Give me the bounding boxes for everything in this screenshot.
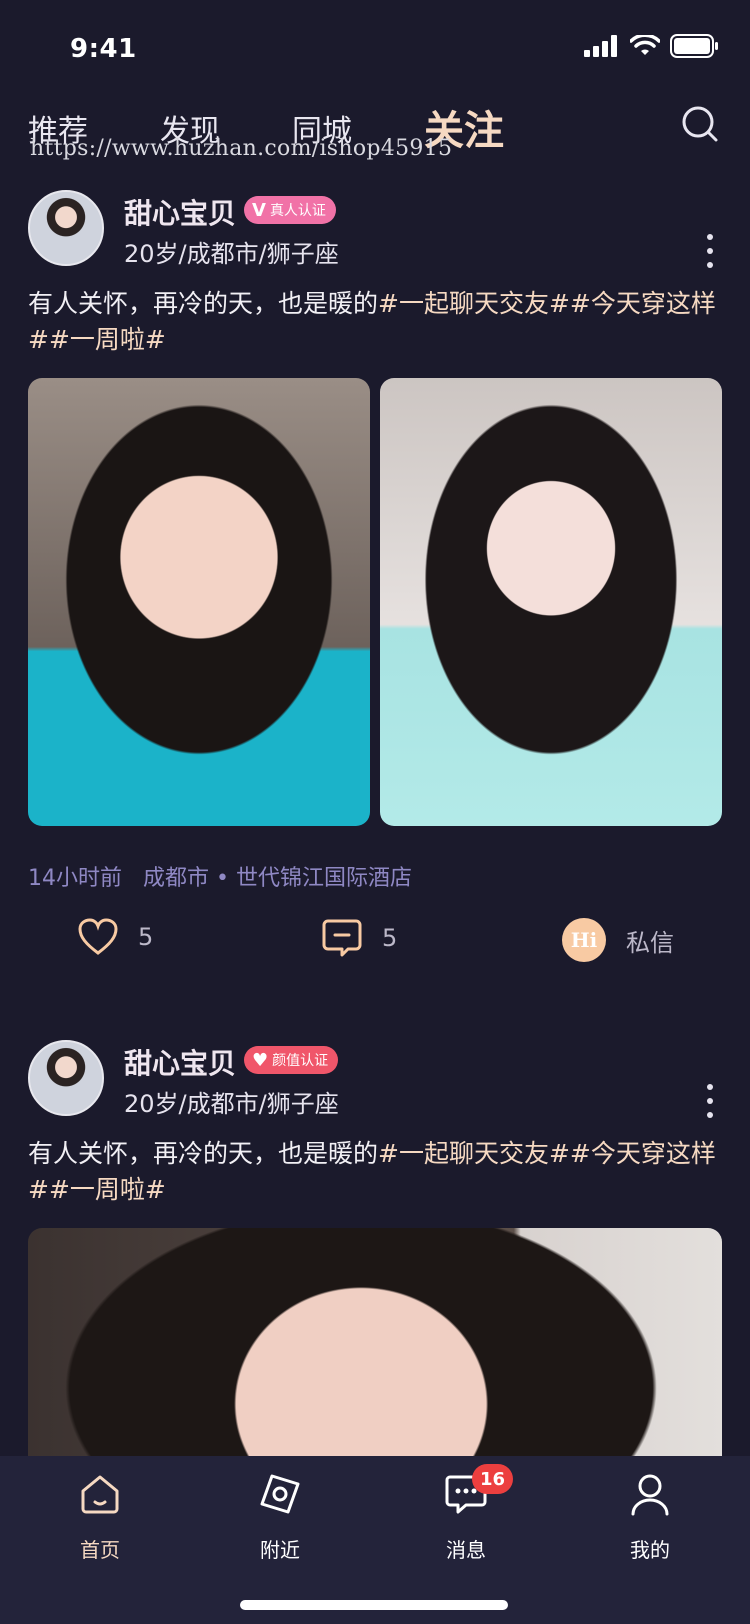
post-photo[interactable] (380, 378, 722, 826)
nav-label: 消息 (446, 1538, 486, 1562)
nav-home[interactable]: 首页 (50, 1472, 150, 1563)
status-bar: 9:41 (0, 0, 750, 100)
username[interactable]: 甜心宝贝 (124, 192, 236, 232)
wifi-icon (630, 35, 660, 55)
post-caption: 有人关怀，再冷的天，也是暖的#一起聊天交友##今天穿这样##一周啦# (28, 286, 722, 358)
watermark-url: https://www.huzhan.com/ishop45915 (30, 136, 453, 161)
like-button[interactable]: 5 (78, 918, 153, 956)
more-options-icon[interactable] (704, 1084, 716, 1118)
username[interactable]: 甜心宝贝 (124, 1042, 236, 1082)
post-actions: 5 5 Hi 私信 (28, 918, 722, 968)
post-time-location: 14小时前 成都市 • 世代锦江国际酒店 (28, 860, 412, 892)
post-time: 14小时前 (28, 866, 122, 891)
comment-icon (322, 919, 362, 957)
dm-label: 私信 (626, 928, 674, 957)
nav-label: 我的 (630, 1538, 670, 1562)
avatar[interactable] (28, 1040, 104, 1116)
dm-button[interactable]: Hi 私信 (562, 918, 674, 962)
post-photo[interactable] (28, 1228, 722, 1456)
more-options-icon[interactable] (704, 234, 716, 268)
verified-badge: V 真人认证 (244, 196, 336, 224)
nav-label: 附近 (260, 1538, 300, 1562)
home-indicator[interactable] (240, 1600, 508, 1610)
nav-label: 首页 (80, 1538, 120, 1562)
post-location[interactable]: 成都市 • 世代锦江国际酒店 (143, 866, 412, 891)
caption-text: 有人关怀，再冷的天，也是暖的 (28, 289, 379, 318)
badge-label: 真人认证 (269, 203, 326, 219)
nearby-icon (260, 1474, 300, 1514)
feed-post: 甜心宝贝 V 真人认证 20岁/成都市/狮子座 有人关怀，再冷的天，也是暖的#一… (28, 190, 722, 970)
status-time: 9:41 (70, 34, 137, 64)
search-icon[interactable] (680, 104, 720, 144)
post-caption: 有人关怀，再冷的天，也是暖的#一起聊天交友##今天穿这样##一周啦# (28, 1136, 722, 1208)
avatar[interactable] (28, 190, 104, 266)
bottom-nav: 首页 附近 16 消息 我的 (0, 1456, 750, 1624)
hi-icon: Hi (562, 918, 606, 962)
like-count: 5 (138, 923, 154, 951)
caption-text: 有人关怀，再冷的天，也是暖的 (28, 1139, 379, 1168)
beauty-badge: ♥ 颜值认证 (244, 1046, 339, 1074)
signal-icon (584, 35, 617, 57)
unread-badge: 16 (472, 1464, 514, 1494)
comment-button[interactable]: 5 (322, 918, 397, 958)
battery-icon (670, 34, 718, 58)
comment-count: 5 (382, 924, 398, 952)
heart-icon (78, 918, 118, 955)
heart-badge-icon: ♥ (252, 1049, 269, 1071)
badge-label: 颜值认证 (272, 1053, 329, 1069)
nav-profile[interactable]: 我的 (600, 1472, 700, 1563)
status-icons (584, 34, 720, 58)
nav-messages[interactable]: 16 消息 (416, 1464, 516, 1563)
home-icon (81, 1475, 119, 1514)
post-photo[interactable] (28, 378, 370, 826)
profile-icon (631, 1474, 669, 1516)
nav-nearby[interactable]: 附近 (230, 1472, 330, 1563)
verify-v-icon: V (252, 199, 266, 221)
user-meta: 20岁/成都市/狮子座 (124, 240, 339, 268)
feed-post: 甜心宝贝 ♥ 颜值认证 20岁/成都市/狮子座 有人关怀，再冷的天，也是暖的#一… (28, 1040, 722, 1456)
user-meta: 20岁/成都市/狮子座 (124, 1090, 339, 1118)
